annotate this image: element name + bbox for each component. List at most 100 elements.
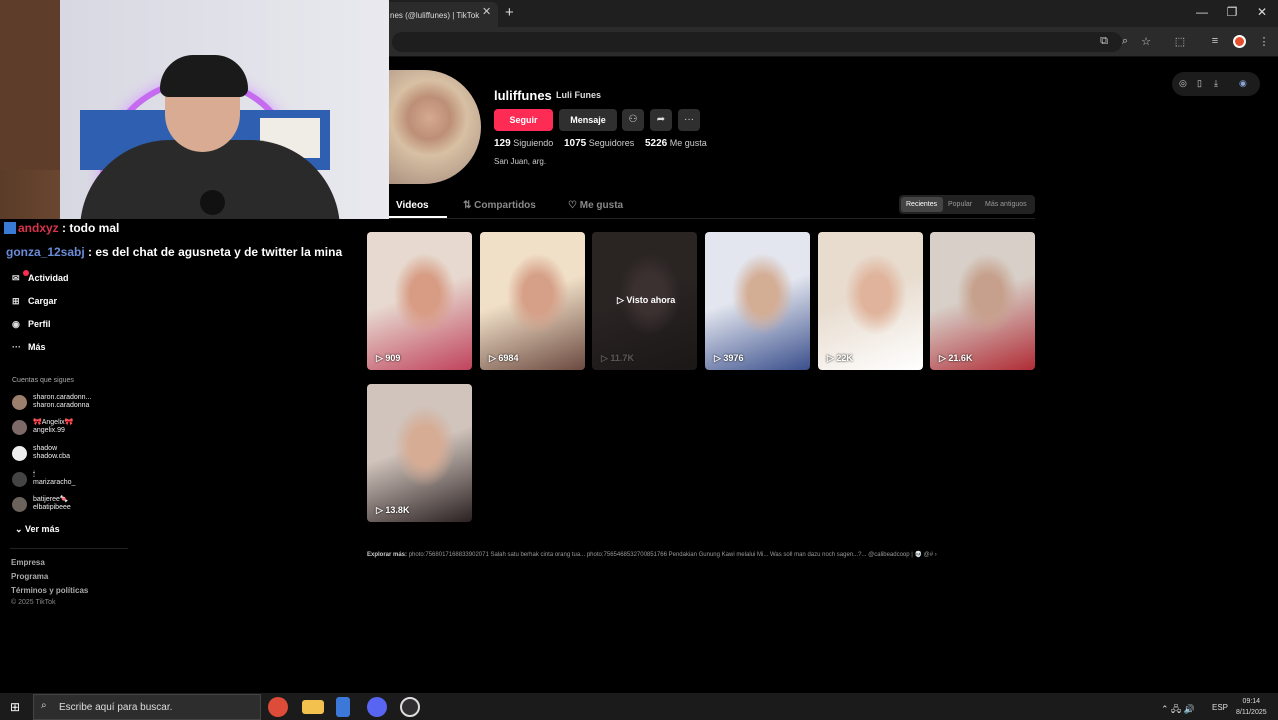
chat-badge-icon [4, 222, 16, 234]
nav-label: Más [28, 342, 46, 352]
play-icon: ▷ [601, 353, 611, 363]
minimize-icon[interactable]: — [1192, 5, 1212, 19]
avatar[interactable] [12, 446, 27, 461]
extensions-icon[interactable]: ⬚ [1172, 35, 1188, 48]
phone-icon[interactable]: ▯ [1197, 78, 1202, 89]
menu-icon[interactable]: ⋮ [1256, 35, 1272, 48]
video-thumbnail[interactable]: ▷ 6984 [480, 232, 585, 370]
tab-label: Compartidos [474, 200, 536, 211]
following-count[interactable]: 129 Siguiendo [494, 138, 553, 149]
video-thumbnail[interactable]: ▷ 21.6K [930, 232, 1035, 370]
nav-item-activity[interactable]: ✉ Actividad [12, 273, 69, 284]
view-count: ▷ 22K [827, 353, 853, 363]
url-field[interactable] [392, 32, 1122, 52]
footer-link-company[interactable]: Empresa [11, 558, 45, 567]
sort-recent[interactable]: Recientes [906, 201, 937, 208]
reading-list-icon[interactable]: ≡ [1207, 35, 1223, 47]
taskbar-search[interactable]: Escribe aquí para buscar. [33, 694, 261, 720]
chevron-down-icon: ⌄ [15, 524, 26, 534]
followers-count[interactable]: 1075 Seguidores [564, 138, 634, 149]
record-icon[interactable]: ◎ [1179, 78, 1187, 89]
video-thumbnail[interactable]: ▷ 13.8K [367, 384, 472, 522]
avatar[interactable] [12, 472, 27, 487]
video-thumbnail[interactable]: ▷ 22K [818, 232, 923, 370]
close-tab-icon[interactable]: ✕ [482, 5, 491, 18]
chrome-icon[interactable] [268, 697, 288, 717]
more-options-icon[interactable]: ··· [678, 109, 700, 131]
sort-oldest[interactable]: Más antiguos [985, 201, 1027, 208]
stat-value: 1075 [564, 138, 587, 149]
add-friend-icon[interactable]: ⚇ [622, 109, 644, 131]
divider [387, 218, 1035, 219]
video-thumbnail[interactable]: ▷ 3976 [705, 232, 810, 370]
stat-label: Seguidores [588, 138, 635, 148]
copyright: © 2025 TikTok [11, 599, 56, 606]
webcam-overlay [0, 0, 389, 219]
nav-label: Perfil [28, 319, 51, 329]
clock[interactable]: 09:14 8/11/2025 [1236, 696, 1267, 718]
share-icon[interactable]: ➦ [650, 109, 672, 131]
system-tray[interactable]: ⌃ 🖧 🔊 [1161, 702, 1195, 718]
explore-label: Explorar más: [367, 552, 408, 558]
browser-tab[interactable]: nes (@luliffunes) | TikTok [382, 2, 498, 27]
nav-item-more[interactable]: ··· Más [12, 342, 46, 352]
following-account[interactable]: batijeree🍬 elbatipibeee [33, 496, 71, 512]
clock-date: 8/11/2025 [1236, 709, 1267, 716]
message-button[interactable]: Mensaje [559, 109, 617, 131]
door [0, 0, 60, 170]
profile-avatar[interactable] [387, 70, 481, 184]
footer-link-program[interactable]: Programa [11, 572, 48, 581]
avatar[interactable] [12, 497, 27, 512]
account-handle: sharon.caradonna [33, 402, 90, 409]
tab-videos[interactable]: Videos [396, 200, 429, 211]
account-name: 🎀Angelix🎀 [33, 419, 74, 426]
profile-display-name: Luli Funes [556, 90, 601, 100]
explore-links[interactable]: photo:7568017168833902071 Salah satu ber… [409, 552, 937, 558]
play-icon: ▷ [617, 295, 627, 305]
stat-value: 129 [494, 138, 511, 149]
following-account[interactable]: sharon.caradonn... sharon.caradonna [33, 394, 91, 410]
following-account[interactable]: 🕯 marizaracho_ [33, 471, 75, 487]
obs-icon[interactable] [400, 697, 420, 717]
zoom-icon[interactable]: ⌕ [1117, 35, 1133, 48]
following-account[interactable]: 🎀Angelix🎀 angelix.99 [33, 419, 73, 435]
new-tab-icon[interactable]: + [505, 4, 514, 21]
footer-link-terms[interactable]: Términos y políticas [11, 586, 88, 595]
user-avatar-icon[interactable]: ◉ [1239, 78, 1247, 89]
tab-liked[interactable]: ♡ Me gusta [568, 200, 623, 211]
nav-item-profile[interactable]: ◉ Perfil [12, 319, 51, 330]
account-name: shadow [33, 445, 58, 452]
video-thumbnail[interactable]: ▷ 909 [367, 232, 472, 370]
chat-text: : es del chat de agusneta y de twitter l… [84, 245, 343, 259]
star-icon[interactable]: ☆ [1138, 35, 1154, 48]
view-count: ▷ 13.8K [376, 505, 410, 515]
window-close-icon[interactable]: ✕ [1252, 5, 1272, 19]
windows-start-icon[interactable]: ⊞ [10, 700, 20, 714]
play-icon: ▷ [489, 353, 499, 363]
chat-username: andxyz [18, 221, 59, 235]
profile-icon[interactable] [1233, 35, 1246, 48]
see-more-button[interactable]: ⌄ Ver más [15, 524, 60, 535]
download-icon[interactable]: ⤓ [1214, 78, 1218, 89]
video-thumbnail[interactable]: ▷ Visto ahora ▷ 11.7K [592, 232, 697, 370]
follow-button[interactable]: Seguir [494, 109, 553, 131]
stat-value: 5226 [645, 138, 668, 149]
avatar[interactable] [12, 395, 27, 410]
tab-shared[interactable]: ⇅ Compartidos [463, 200, 536, 211]
restore-icon[interactable]: ❐ [1222, 5, 1242, 19]
sort-popular[interactable]: Popular [948, 201, 972, 208]
file-explorer-icon[interactable] [302, 700, 324, 714]
view-count: ▷ 3976 [714, 353, 744, 363]
notepad-icon[interactable] [336, 697, 350, 717]
avatar[interactable] [12, 420, 27, 435]
following-account[interactable]: shadow shadow.cba [33, 445, 70, 461]
chat-text: : todo mal [58, 221, 120, 235]
account-handle: shadow.cba [33, 453, 70, 460]
discord-icon[interactable] [367, 697, 387, 717]
profile-bio: San Juan, arg. [494, 157, 547, 166]
search-icon: ⌕ [41, 700, 47, 711]
language-indicator[interactable]: ESP [1212, 703, 1228, 712]
nav-item-upload[interactable]: ⊞ Cargar [12, 296, 57, 307]
account-handle: elbatipibeee [33, 504, 71, 511]
screen-share-icon[interactable]: ⧉ [1096, 35, 1112, 48]
